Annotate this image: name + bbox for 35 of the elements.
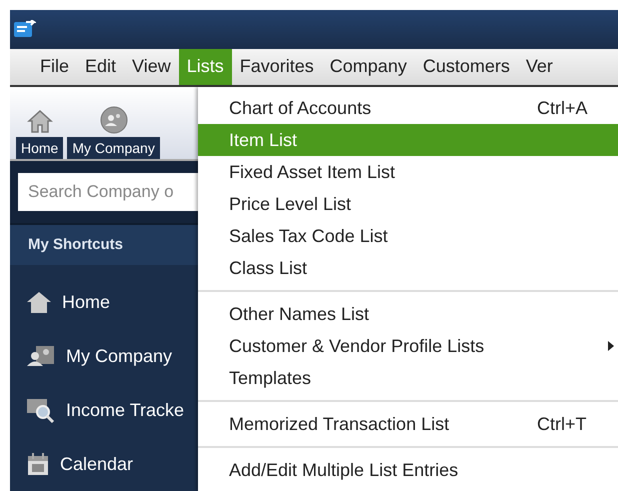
shortcut-item[interactable]: My Company bbox=[66, 346, 172, 366]
menu-item[interactable]: Customer & Vendor Profile Lists bbox=[198, 330, 618, 362]
app-logo-icon bbox=[14, 20, 36, 38]
menu-item[interactable]: Sales Tax Code List bbox=[198, 220, 618, 252]
menu-item[interactable]: Add/Edit Multiple List Entries bbox=[198, 454, 618, 486]
menu-item[interactable]: Chart of Accounts Ctrl+A bbox=[198, 92, 618, 124]
people-icon[interactable] bbox=[26, 344, 56, 368]
shortcut-item[interactable]: Calendar bbox=[60, 454, 134, 474]
menu-item[interactable]: Company bbox=[322, 48, 415, 85]
magnifier-document-icon[interactable] bbox=[26, 397, 56, 423]
menu-item[interactable]: Other Names List bbox=[198, 298, 618, 330]
menu-item[interactable]: Item List bbox=[198, 124, 618, 156]
menu-item[interactable]: Ver bbox=[518, 48, 561, 85]
menu-item[interactable]: View bbox=[124, 48, 179, 85]
shortcut-item[interactable]: Home bbox=[62, 292, 110, 312]
menu-item[interactable]: Favorites bbox=[232, 48, 322, 85]
shortcut-item[interactable]: Income Tracke bbox=[66, 400, 184, 420]
menu-item[interactable]: Customers bbox=[414, 48, 518, 85]
menu-item[interactable]: File bbox=[32, 48, 78, 85]
calendar-icon[interactable] bbox=[26, 452, 50, 476]
menu-item[interactable]: Edit bbox=[77, 48, 124, 85]
menu-item[interactable]: Price Level List bbox=[198, 188, 618, 220]
search-field[interactable]: Search Company o bbox=[18, 173, 200, 211]
shortcuts-heading: My Shortcuts bbox=[10, 223, 200, 265]
home-icon[interactable] bbox=[26, 290, 52, 314]
menu-item[interactable]: Fixed Asset Item List bbox=[198, 156, 618, 188]
menu-item[interactable]: Templates bbox=[198, 362, 618, 394]
shortcut-key: Ctrl+T bbox=[537, 414, 586, 434]
icon-bar-tab[interactable]: My Company bbox=[67, 137, 160, 159]
icon-bar-tab[interactable]: Home bbox=[16, 137, 64, 159]
menu-item[interactable]: Lists bbox=[178, 48, 232, 85]
home-icon[interactable] bbox=[26, 108, 53, 134]
shortcut-key: Ctrl+A bbox=[537, 98, 588, 118]
menu-item[interactable]: Memorized Transaction List Ctrl+T bbox=[198, 408, 618, 440]
menu-item[interactable]: Class List bbox=[198, 252, 618, 284]
